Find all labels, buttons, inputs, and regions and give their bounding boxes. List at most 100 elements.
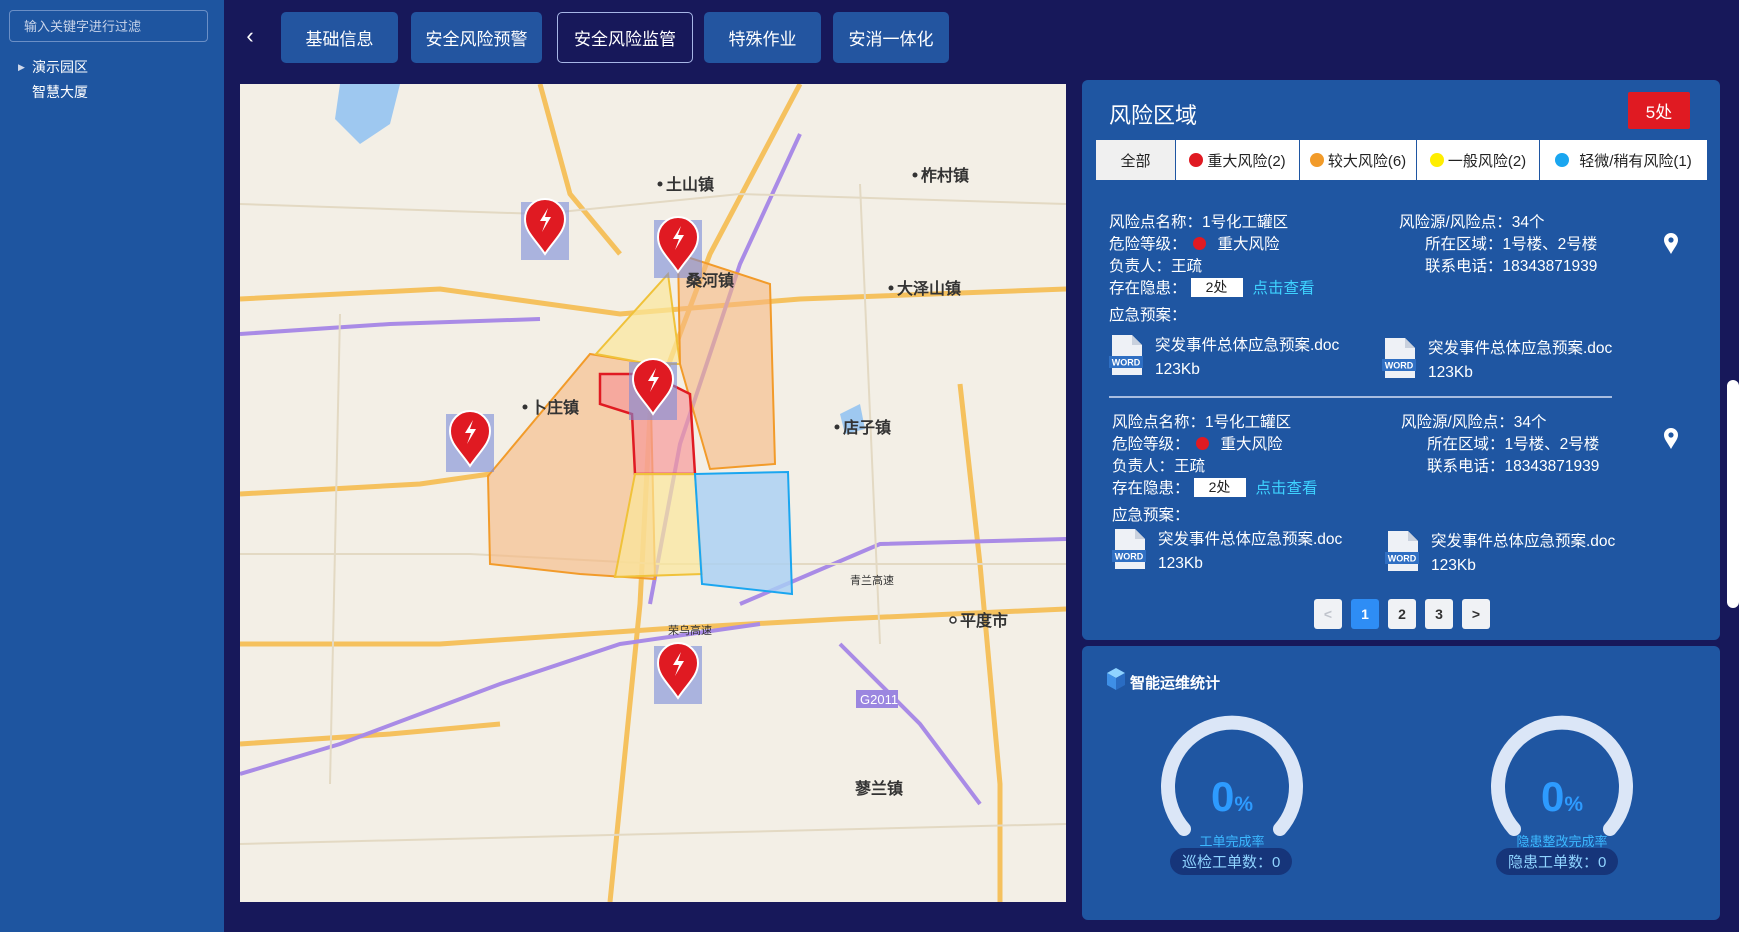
map-label-tushan: 土山镇 <box>666 175 714 194</box>
pagination: < 1 2 3 > <box>1314 599 1490 629</box>
map-label-pingdu: 平度市 <box>960 611 1008 630</box>
map-marker-icon[interactable] <box>654 642 702 704</box>
doc-attachment[interactable]: WORD 突发事件总体应急预案.doc 123Kb <box>1109 334 1339 382</box>
view-hazards-link[interactable]: 点击查看 <box>1253 276 1315 298</box>
map-marker-icon[interactable] <box>629 358 677 420</box>
area: 所在区域：1号楼、2号楼 <box>1427 436 1600 453</box>
red-dot-icon <box>1189 153 1204 167</box>
svg-text:WORD: WORD <box>1385 361 1414 371</box>
page-button-3[interactable]: 3 <box>1425 599 1453 629</box>
doc-size: 123Kb <box>1155 361 1200 378</box>
map-marker-icon[interactable] <box>446 410 494 472</box>
risk-point-name: 风险点名称：1号化工罐区 <box>1109 214 1289 231</box>
map-label-highway: 青兰高速 <box>850 573 894 587</box>
map-view[interactable]: 土山镇 柞村镇 桑河镇 大泽山镇 卜庄镇 店子镇 平度市 蓼兰镇 荣乌高速 青兰… <box>240 84 1066 902</box>
view-hazards-link[interactable]: 点击查看 <box>1256 476 1318 498</box>
map-label-dianzi: 店子镇 <box>843 418 891 437</box>
caret-right-icon[interactable]: ▶ <box>18 62 32 73</box>
hazard-fix-gauge: 0% 隐患整改完成率 隐患工单数：0 <box>1482 708 1642 878</box>
filter-major-risk[interactable]: 重大风险(2) <box>1176 140 1300 180</box>
tab-security-fire[interactable]: 安消一体化 <box>833 12 949 63</box>
gauge-value: 0% <box>1210 773 1254 820</box>
red-dot-icon <box>1195 436 1209 450</box>
risk-area-panel: 风险区域 5处 全部 重大风险(2) 较大风险(6) 一般风险(2) 轻微/稍有… <box>1082 80 1720 640</box>
doc-size: 123Kb <box>1428 364 1473 381</box>
gauge-value: 0% <box>1540 773 1584 820</box>
tab-basic-info[interactable]: 基础信息 <box>281 12 398 63</box>
doc-name: 突发事件总体应急预案.doc <box>1158 531 1343 548</box>
filter-general-risk[interactable]: 一般风险(2) <box>1417 140 1540 180</box>
risk-source: 风险源/风险点：34个 <box>1401 414 1547 431</box>
doc-name: 突发事件总体应急预案.doc <box>1155 337 1340 354</box>
doc-name: 突发事件总体应急预案.doc <box>1431 533 1616 550</box>
svg-text:WORD: WORD <box>1115 552 1144 562</box>
orange-dot-icon <box>1309 153 1324 167</box>
map-marker-icon[interactable] <box>654 216 702 278</box>
patrol-order-count: 巡检工单数：0 <box>1170 848 1293 875</box>
doc-size: 123Kb <box>1158 555 1203 572</box>
filter-input[interactable] <box>9 10 208 42</box>
map-label-dazeshan: 大泽山镇 <box>897 279 961 298</box>
risk-level-row: 危险等级： 重大风险 <box>1112 436 1283 453</box>
next-page-button[interactable]: > <box>1462 599 1490 629</box>
page-button-2[interactable]: 2 <box>1388 599 1416 629</box>
word-doc-icon: WORD <box>1112 529 1146 569</box>
doc-name: 突发事件总体应急预案.doc <box>1428 340 1613 357</box>
word-doc-icon: WORD <box>1385 531 1419 571</box>
cube-icon <box>1107 668 1125 690</box>
record-divider <box>1109 396 1612 398</box>
sidebar: ▶ 演示园区 智慧大厦 <box>0 0 224 932</box>
filter-all[interactable]: 全部 <box>1096 140 1176 180</box>
doc-size: 123Kb <box>1431 557 1476 574</box>
map-label-zuocun: 柞村镇 <box>921 166 969 185</box>
map-label-highway: 荣乌高速 <box>668 623 712 637</box>
plan-label: 应急预案： <box>1112 507 1190 524</box>
tree-item-label: 智慧大厦 <box>32 84 88 100</box>
tree-item-demo-park[interactable]: ▶ 演示园区 <box>18 57 88 77</box>
map-label-liaolan: 蓼兰镇 <box>854 779 903 798</box>
hazard-row: 存在隐患： 2处 点击查看 <box>1112 476 1318 498</box>
scrollbar[interactable] <box>1727 380 1739 608</box>
map-label-sanghe: 桑河镇 <box>685 271 734 290</box>
doc-attachment[interactable]: WORD 突发事件总体应急预案.doc 123Kb <box>1382 337 1612 385</box>
red-dot-icon <box>1192 236 1206 250</box>
tab-special-operations[interactable]: 特殊作业 <box>704 12 821 63</box>
hazard-count: 2处 <box>1190 277 1243 297</box>
doc-attachment[interactable]: WORD 突发事件总体应急预案.doc 123Kb <box>1385 530 1615 578</box>
owner: 负责人：王疏 <box>1109 258 1203 275</box>
hazard-order-count: 隐患工单数：0 <box>1496 848 1619 875</box>
ops-stats-panel: 智能运维统计 0% 工单完成率 巡检工单数：0 0% 隐患整改完成率 隐患工单数… <box>1082 646 1720 920</box>
filter-minor-risk[interactable]: 轻微/稍有风险(1) <box>1540 140 1707 180</box>
phone: 联系电话：18343871939 <box>1427 458 1600 475</box>
location-pin-icon[interactable] <box>1663 427 1679 449</box>
area: 所在区域：1号楼、2号楼 <box>1425 236 1598 253</box>
svg-text:WORD: WORD <box>1388 554 1417 564</box>
risk-point-name: 风险点名称：1号化工罐区 <box>1112 414 1292 431</box>
word-doc-icon: WORD <box>1382 338 1416 378</box>
map-marker-icon[interactable] <box>521 198 569 260</box>
work-order-gauge: 0% 工单完成率 巡检工单数：0 <box>1152 708 1312 878</box>
tab-risk-warning[interactable]: 安全风险预警 <box>411 12 542 63</box>
filter-large-risk[interactable]: 较大风险(6) <box>1300 140 1417 180</box>
blue-dot-icon <box>1555 153 1570 167</box>
risk-level-row: 危险等级： 重大风险 <box>1109 236 1280 253</box>
panel-title: 风险区域 <box>1109 103 1198 128</box>
back-chevron-icon[interactable]: ‹ <box>240 24 260 48</box>
panel-title: 智能运维统计 <box>1130 675 1221 692</box>
risk-filter-bar: 全部 重大风险(2) 较大风险(6) 一般风险(2) 轻微/稍有风险(1) <box>1096 140 1707 180</box>
plan-label: 应急预案： <box>1109 307 1187 324</box>
tab-risk-supervision[interactable]: 安全风险监管 <box>557 12 693 63</box>
page-button-1[interactable]: 1 <box>1351 599 1379 629</box>
location-pin-icon[interactable] <box>1663 232 1679 254</box>
tree-item-label: 演示园区 <box>32 59 88 75</box>
risk-source: 风险源/风险点：34个 <box>1399 214 1545 231</box>
svg-text:WORD: WORD <box>1112 358 1141 368</box>
yellow-dot-icon <box>1429 153 1444 167</box>
prev-page-button[interactable]: < <box>1314 599 1342 629</box>
hazard-count: 2处 <box>1193 477 1246 497</box>
map-label-road-number: G2011 <box>860 692 898 707</box>
doc-attachment[interactable]: WORD 突发事件总体应急预案.doc 123Kb <box>1112 528 1342 576</box>
owner: 负责人：王疏 <box>1112 458 1206 475</box>
tree-item-smart-building[interactable]: 智慧大厦 <box>18 82 88 102</box>
map-label-buzhuang: 卜庄镇 <box>531 398 579 417</box>
